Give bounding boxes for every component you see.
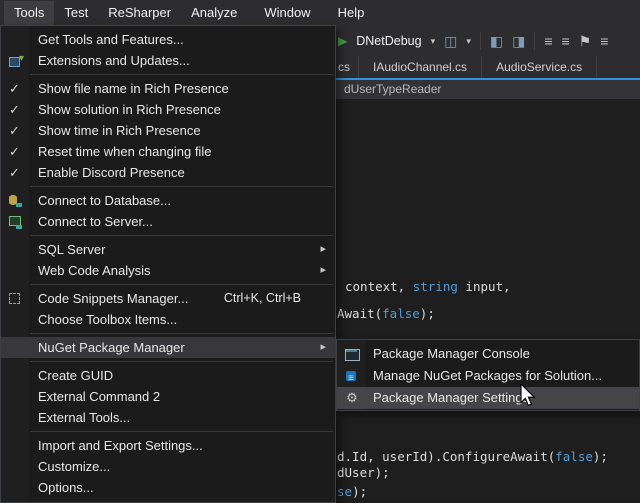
checkmark-icon: ✓ (9, 99, 20, 120)
type-dropdown[interactable]: dUserTypeReader (344, 82, 441, 96)
toolbar-separator (480, 32, 481, 50)
mouse-cursor (520, 384, 538, 413)
attach-process-icon[interactable]: ◫ (444, 33, 457, 49)
attach-caret-icon[interactable]: ▾ (466, 36, 471, 47)
menu-item-extensions-and-updates[interactable]: Extensions and Updates... (1, 50, 335, 71)
menu-item-options[interactable]: Options... (1, 477, 335, 498)
menu-item-external-command-2[interactable]: External Command 2 (1, 386, 335, 407)
run-config-label[interactable]: DNetDebug (356, 34, 421, 48)
submenu-item-package-manager-console[interactable]: Package Manager Console (337, 343, 639, 365)
menu-item-show-time-rich-presence[interactable]: ✓ Show time in Rich Presence (1, 120, 335, 141)
menu-item-external-tools[interactable]: External Tools... (1, 407, 335, 428)
checkmark-icon: ✓ (9, 162, 20, 183)
menu-separator (30, 361, 333, 362)
menu-item-nuget-package-manager[interactable]: NuGet Package Manager ▸ (1, 337, 335, 358)
start-debug-play-icon[interactable]: ▶ (338, 34, 347, 48)
menu-item-connect-to-server[interactable]: Connect to Server... (1, 211, 335, 232)
menu-separator (30, 235, 333, 236)
checkmark-icon: ✓ (9, 78, 20, 99)
run-config-caret-icon[interactable]: ▾ (431, 36, 436, 47)
menu-item-sql-server[interactable]: SQL Server ▸ (1, 239, 335, 260)
menu-separator (30, 333, 333, 334)
code-line: dUser); (337, 465, 390, 480)
menu-separator (30, 186, 333, 187)
menu-item-web-code-analysis[interactable]: Web Code Analysis ▸ (1, 260, 335, 281)
snippets-icon (7, 290, 23, 306)
pane-right-icon[interactable]: ◨ (512, 33, 525, 49)
nuget-submenu: Package Manager Console Manage NuGet Pac… (336, 339, 640, 411)
console-icon (344, 346, 360, 362)
menu-item-code-snippets-manager[interactable]: Code Snippets Manager... Ctrl+K, Ctrl+B (1, 288, 335, 309)
menu-separator (30, 74, 333, 75)
tab-audioservice[interactable]: AudioService.cs (482, 56, 597, 78)
checkmark-icon: ✓ (9, 141, 20, 162)
menu-item-get-tools-and-features[interactable]: Get Tools and Features... (1, 29, 335, 50)
menu-item-connect-to-database[interactable]: Connect to Database... (1, 190, 335, 211)
menu-item-enable-discord-presence[interactable]: ✓ Enable Discord Presence (1, 162, 335, 183)
submenu-item-manage-nuget-packages[interactable]: Manage NuGet Packages for Solution... (337, 365, 639, 387)
code-line: d.Id, userId).ConfigureAwait(false); (337, 449, 608, 464)
pane-left-icon[interactable]: ◧ (490, 33, 503, 49)
menu-bar: Tools Test ReSharper Analyze Window Help (0, 0, 640, 26)
tab-iaudiochannel[interactable]: IAudioChannel.cs (359, 56, 482, 78)
menu-separator (30, 284, 333, 285)
checkmark-icon: ✓ (9, 120, 20, 141)
toolbar-separator (534, 32, 535, 50)
code-line: context, string input, (345, 279, 511, 294)
menu-test[interactable]: Test (54, 1, 98, 25)
menu-window[interactable]: Window (254, 1, 320, 25)
menu-item-import-export-settings[interactable]: Import and Export Settings... (1, 435, 335, 456)
code-line: Await(false); (337, 306, 435, 321)
submenu-arrow-icon: ▸ (320, 260, 326, 281)
menu-item-show-file-name-rich-presence[interactable]: ✓ Show file name in Rich Presence (1, 78, 335, 99)
menu-item-show-solution-rich-presence[interactable]: ✓ Show solution in Rich Presence (1, 99, 335, 120)
submenu-item-package-manager-settings[interactable]: ⚙ Package Manager Settings (337, 387, 639, 409)
menu-item-create-guid[interactable]: Create GUID (1, 365, 335, 386)
nuget-packages-icon (344, 368, 360, 384)
menu-item-choose-toolbox-items[interactable]: Choose Toolbox Items... (1, 309, 335, 330)
submenu-arrow-icon: ▸ (320, 337, 326, 358)
database-icon (7, 192, 23, 208)
gear-icon: ⚙ (344, 390, 360, 406)
menu-resharper[interactable]: ReSharper (98, 1, 181, 25)
menu-help[interactable]: Help (328, 1, 375, 25)
menu-analyze[interactable]: Analyze (181, 1, 247, 25)
task-list-icon[interactable]: ≡ (600, 33, 608, 49)
menu-item-customize[interactable]: Customize... (1, 456, 335, 477)
menu-item-reset-time-changing-file[interactable]: ✓ Reset time when changing file (1, 141, 335, 162)
menu-separator (30, 431, 333, 432)
outdent-icon[interactable]: ≡ (562, 33, 570, 49)
extensions-icon (7, 52, 23, 68)
submenu-arrow-icon: ▸ (320, 239, 326, 260)
indent-icon[interactable]: ≡ (544, 33, 552, 49)
bookmark-icon[interactable]: ⚑ (579, 33, 592, 49)
menu-tools[interactable]: Tools (4, 1, 54, 25)
tools-menu-dropdown: Get Tools and Features... Extensions and… (0, 25, 336, 503)
menu-shortcut: Ctrl+K, Ctrl+B (224, 288, 301, 309)
server-icon (7, 213, 23, 229)
